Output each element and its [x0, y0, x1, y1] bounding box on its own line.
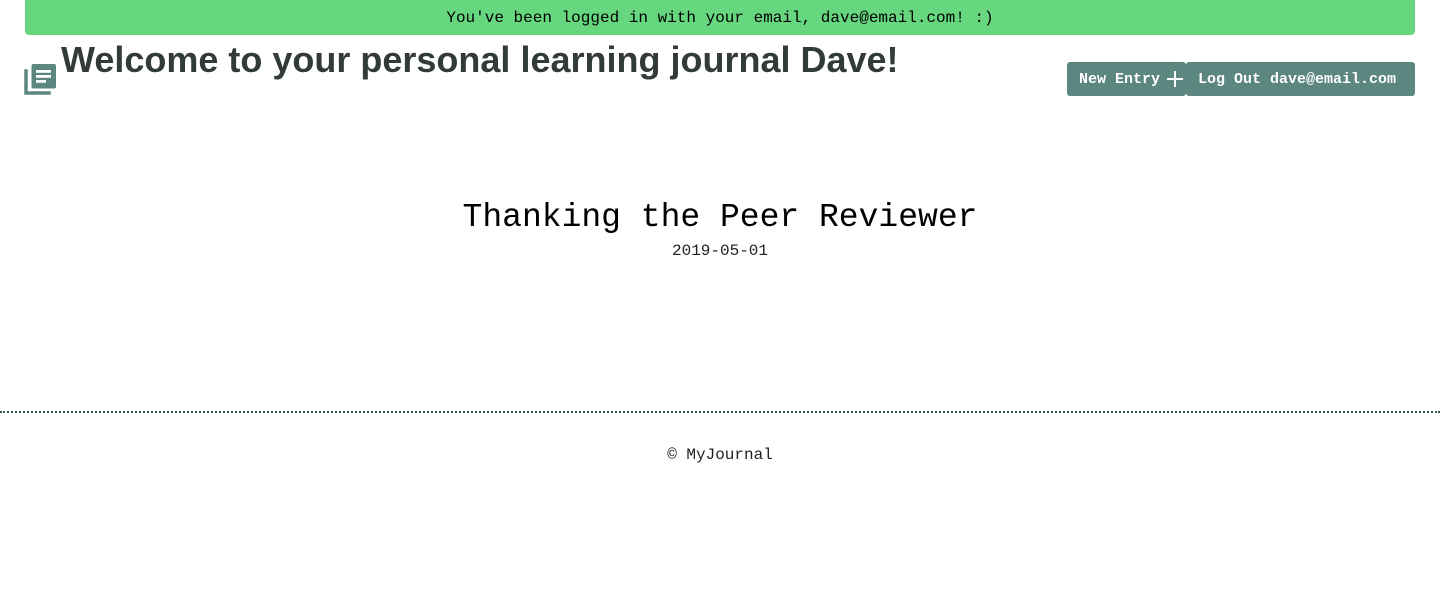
- footer-copyright: © MyJournal: [667, 446, 773, 464]
- footer-divider: [0, 411, 1440, 413]
- login-flash-banner: You've been logged in with your email, d…: [25, 0, 1415, 35]
- header-actions: New Entry Log Out dave@email.com: [1067, 62, 1415, 96]
- new-entry-button[interactable]: New Entry: [1067, 62, 1186, 96]
- new-entry-label: New Entry: [1079, 70, 1161, 88]
- journal-stack-icon[interactable]: [23, 62, 58, 96]
- plus-icon: [1167, 71, 1184, 87]
- entry-date: 2019-05-01: [671, 242, 768, 260]
- logout-label: Log Out dave@email.com: [1198, 70, 1397, 88]
- journal-entry: Thanking the Peer Reviewer 2019-05-01: [0, 196, 1440, 260]
- entry-title-link[interactable]: Thanking the Peer Reviewer: [0, 196, 1440, 240]
- logout-button[interactable]: Log Out dave@email.com: [1186, 62, 1415, 96]
- page-title: Welcome to your personal learning journa…: [61, 39, 899, 80]
- flash-message: You've been logged in with your email, d…: [446, 8, 994, 27]
